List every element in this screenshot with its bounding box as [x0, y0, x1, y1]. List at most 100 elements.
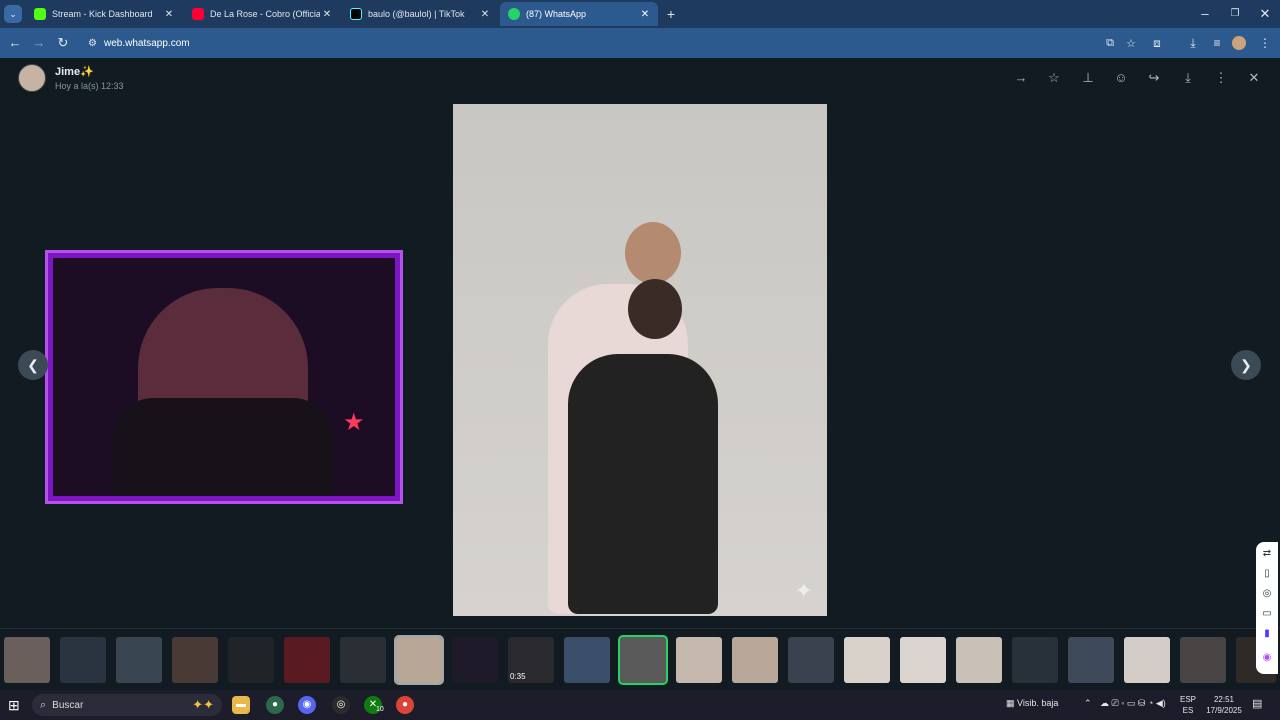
file-explorer-icon[interactable]: ▬ [232, 696, 250, 714]
media-thumbnail[interactable] [60, 637, 106, 683]
media-thumbnail[interactable] [900, 637, 946, 683]
media-thumbnail[interactable] [284, 637, 330, 683]
pin-icon[interactable]: ⊥ [1079, 69, 1097, 87]
url-text: web.whatsapp.com [104, 37, 190, 49]
media-thumbnail[interactable] [676, 637, 722, 683]
obs-icon[interactable]: ◎ [332, 696, 350, 714]
tab-title: baulo (@baulol) | TikTok [368, 9, 465, 19]
lens-icon[interactable]: ◎ [1259, 586, 1275, 602]
search-placeholder: Buscar [52, 699, 84, 711]
chrome-profile-icon[interactable]: ● [396, 696, 414, 714]
forward-icon[interactable]: → [30, 34, 48, 52]
media-thumbnail[interactable] [564, 637, 610, 683]
browser-tab-bar: ⌄ Stream - Kick Dashboard ✕ De La Rose -… [0, 0, 1280, 28]
youtube-icon [192, 8, 204, 20]
star-decoration-icon: ★ [343, 409, 365, 436]
tab-title: Stream - Kick Dashboard [52, 9, 153, 19]
media-thumbnail[interactable] [4, 637, 50, 683]
media-thumbnail[interactable] [228, 637, 274, 683]
reload-icon[interactable]: ↻ [54, 34, 72, 52]
language-indicator[interactable]: ESP ES [1180, 694, 1196, 716]
media-thumbnail[interactable] [732, 637, 778, 683]
media-thumbnail[interactable] [1124, 637, 1170, 683]
gemini-icon[interactable]: ◉ [1259, 650, 1275, 666]
download-icon[interactable]: ⤓ [1179, 69, 1197, 87]
tab-title: De La Rose - Cobro (Official Vid [210, 9, 320, 19]
tiktok-icon [350, 8, 362, 20]
media-thumbnail[interactable] [1180, 637, 1226, 683]
windows-start-icon[interactable]: ⊞ [8, 697, 20, 714]
chrome-icon[interactable]: ● [266, 696, 284, 714]
tab-search-icon[interactable]: ⌄ [4, 5, 22, 23]
prev-media-button[interactable]: ❮ [18, 350, 48, 380]
visibility-widget[interactable]: ▦ Visib. baja [1006, 698, 1058, 709]
webcam-overlay: ★ [45, 250, 403, 504]
close-icon[interactable]: ✕ [162, 9, 176, 20]
clock-time: 22:51 [1213, 695, 1235, 704]
star-icon[interactable]: ☆ [1045, 69, 1063, 87]
downloads-icon[interactable]: ⤓ [1184, 34, 1202, 52]
copilot-sparkle-icon: ✦✦ [192, 697, 214, 712]
taskbar-clock[interactable]: 22:51 17/9/2025 [1204, 694, 1244, 716]
avatar[interactable] [18, 64, 46, 92]
minimize-icon[interactable]: – [1196, 5, 1214, 23]
tab-kick[interactable]: Stream - Kick Dashboard ✕ [26, 2, 182, 26]
reading-list-icon[interactable]: ▯ [1259, 566, 1275, 582]
share-icon[interactable]: ↪ [1145, 69, 1163, 87]
close-icon[interactable]: ✕ [478, 9, 492, 20]
emoji-icon[interactable]: ☺ [1112, 69, 1130, 87]
tray-icons[interactable]: ☁ ⎚ ◦ ▭ ⛁ ◔ ◀) [1100, 698, 1166, 709]
media-thumbnail-hovered[interactable] [394, 635, 444, 685]
video-duration: 0:35 [510, 672, 526, 681]
maximize-icon[interactable]: ❐ [1226, 5, 1244, 23]
media-thumbnail[interactable] [1012, 637, 1058, 683]
next-media-button[interactable]: ❯ [1231, 350, 1261, 380]
bookmark-icon[interactable]: ▮ [1259, 626, 1275, 642]
url-field[interactable]: ⚙ web.whatsapp.com ⧉ ☆ [82, 31, 1144, 55]
cast-icon[interactable]: ▭ [1259, 606, 1275, 622]
media-thumbnail[interactable] [956, 637, 1002, 683]
discord-icon[interactable]: ◉ [298, 696, 316, 714]
lang-region: ES [1182, 706, 1194, 715]
media-thumbnail-video[interactable]: 0:35 [508, 637, 554, 683]
tab-youtube[interactable]: De La Rose - Cobro (Official Vid ✕ [184, 2, 340, 26]
profile-avatar[interactable] [1232, 36, 1246, 50]
media-thumbnail[interactable] [844, 637, 890, 683]
notifications-icon[interactable]: ▤ [1252, 697, 1262, 710]
close-icon[interactable]: ✕ [320, 9, 334, 20]
whatsapp-icon [508, 8, 520, 20]
lang-code: ESP [1180, 695, 1197, 704]
sparkle-icon: ✦ [794, 578, 813, 603]
bookmark-star-icon[interactable]: ☆ [1126, 37, 1136, 50]
media-thumbnail[interactable] [340, 637, 386, 683]
extensions-icon[interactable]: ⧈ [1148, 34, 1166, 52]
address-bar-row: ← → ↻ ⚙ web.whatsapp.com ⧉ ☆ ⧈ ⤓ ≡ ⋮ [0, 28, 1280, 58]
media-thumbnail[interactable] [452, 637, 498, 683]
more-icon[interactable]: ⋮ [1212, 69, 1230, 87]
message-timestamp: Hoy a la(s) 12:33 [55, 81, 124, 91]
media-control-icon[interactable]: ≡ [1208, 34, 1226, 52]
media-thumbnail[interactable] [788, 637, 834, 683]
taskbar-search[interactable]: ⌕ Buscar ✦✦ [32, 694, 222, 716]
tab-whatsapp[interactable]: (87) WhatsApp ✕ [500, 2, 658, 26]
tab-tiktok[interactable]: baulo (@baulol) | TikTok ✕ [342, 2, 498, 26]
back-icon[interactable]: ← [6, 34, 24, 52]
site-info-icon[interactable]: ⚙ [88, 38, 97, 49]
window-close-icon[interactable]: ✕ [1256, 5, 1274, 23]
browser-menu-icon[interactable]: ⋮ [1256, 34, 1274, 52]
tray-expand-icon[interactable]: ⌃ [1084, 698, 1092, 709]
tab-title: (87) WhatsApp [526, 9, 587, 19]
side-panel-toolbar: ⇄ ▯ ◎ ▭ ▮ ◉ [1256, 542, 1278, 674]
search-icon: ⌕ [40, 698, 47, 711]
translate-icon[interactable]: ⇄ [1259, 546, 1275, 562]
thumbnail-strip[interactable]: 0:35 [0, 628, 1280, 690]
media-thumbnail[interactable] [116, 637, 162, 683]
media-thumbnail[interactable] [1068, 637, 1114, 683]
close-icon[interactable]: ✕ [1245, 69, 1263, 87]
media-thumbnail[interactable] [172, 637, 218, 683]
close-icon[interactable]: ✕ [638, 9, 652, 20]
forward-icon[interactable]: → [1012, 69, 1030, 87]
media-thumbnail-current[interactable] [618, 635, 668, 685]
install-app-icon[interactable]: ⧉ [1106, 37, 1114, 50]
new-tab-button[interactable]: + [662, 5, 680, 23]
